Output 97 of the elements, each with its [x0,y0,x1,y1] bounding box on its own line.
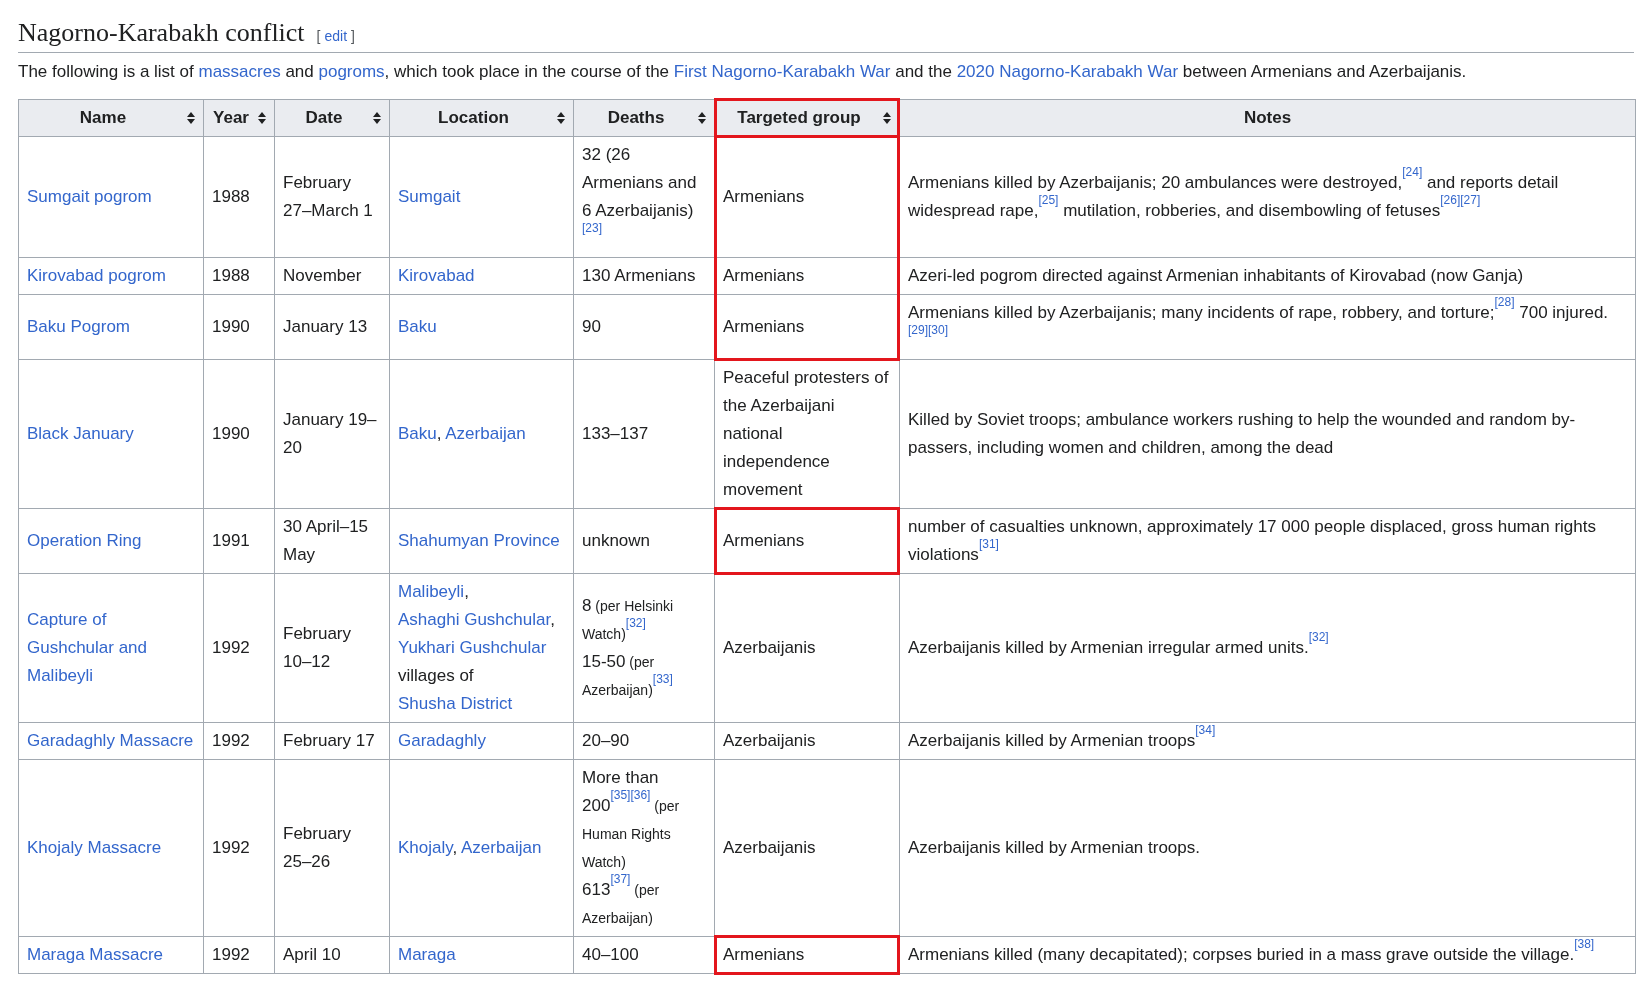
deaths-text: 90 [582,316,602,338]
name-link[interactable]: Khojaly Massacre [27,834,195,862]
table-cell: Azerbaijanis [714,573,900,723]
deaths-text: 133–137 [582,423,650,445]
edit-link[interactable]: edit [324,26,348,47]
link[interactable]: Baku [398,317,437,336]
notes-text: number of casualties unknown, approximately 17 000 people displaced, gross human rights violations$^{[31]}$ [908,516,1597,566]
cell-text: , [436,424,443,443]
header-label: Date [304,107,344,129]
table-cell: Armenians [714,294,900,360]
table-cell: February 10–12 [274,573,390,723]
table-cell: Armenians [714,936,900,974]
table-cell: 1992 [203,573,275,723]
notes-text: Azerbaijanis killed by Armenian troops$^{[34]}$ [908,727,1217,752]
link[interactable]: 2020 Nagorno-Karabakh War [956,62,1179,81]
deaths-text: More than 200$^{[35][36]}$ (per Human Rights Watch) [582,767,681,872]
table-cell: 1990 [203,294,275,360]
table-cell: February 27–March 1 [274,136,390,258]
header-label: Year [212,107,250,129]
name-link[interactable]: Baku Pogrom [27,313,195,341]
link[interactable]: Maraga [398,945,456,964]
section-title: Nagorno-Karabakh conflict [18,17,305,49]
bracket: [ [316,27,321,46]
table-cell: April 10 [274,936,390,974]
table-cell: Armenians [714,508,900,574]
link[interactable]: Sumgait [398,187,461,206]
table-cell: February 17 [274,722,390,760]
link[interactable]: Ashaghi Gushchular [398,610,551,629]
cell-text: , [464,582,469,601]
deaths-text: unknown [582,530,652,552]
link[interactable]: Azerbaijan [461,838,542,857]
name-link[interactable]: Garadaghly Massacre [27,727,195,755]
link[interactable]: Shusha District [398,694,513,713]
cell-text: , [452,838,459,857]
link[interactable]: massacres [198,62,281,81]
table-cell: February 25–26 [274,759,390,937]
column-header[interactable]: Targeted group [714,99,900,137]
header-label: Deaths [606,107,666,129]
link[interactable]: pogroms [318,62,385,81]
notes-text: Azerbaijanis killed by Armenian troops. [908,837,1201,859]
sort-icon[interactable] [187,112,195,124]
notes-text: Azerbaijanis killed by Armenian irregular armed units.$^{[32]}$ [908,634,1330,659]
bracket: ] [351,27,355,46]
sort-icon[interactable] [258,112,266,124]
table-cell: 1992 [203,759,275,937]
header-label: Targeted group [736,107,862,129]
table-cell: Armenians [714,257,900,295]
sort-icon[interactable] [883,112,891,124]
notes-text: Armenians killed (many decapitated); corpses buried in a mass grave outside the village.$^{[38]}$ [908,941,1596,966]
name-link[interactable]: Operation Ring [27,527,195,555]
name-link[interactable]: Kirovabad pogrom [27,262,195,290]
column-header[interactable]: Year [203,99,275,137]
table-cell: 30 April–15 May [274,508,390,574]
intro-paragraph: The following is a list of massacres and pogroms, which took place in the course of the First Nagorno-Karabakh War and the 2020 Nagorno-Karabakh War between Armenians and Azerbaijanis. [18,61,1468,83]
column-header[interactable]: Date [274,99,390,137]
table-cell: 1991 [203,508,275,574]
header-label: Name [78,107,128,129]
deaths-text: 130 Armenians [582,265,697,287]
column-header[interactable]: Deaths [573,99,715,137]
sort-icon[interactable] [698,112,706,124]
name-link[interactable]: Capture of Gushchular and Malibeyli [27,606,195,690]
link[interactable]: First Nagorno-Karabakh War [673,62,891,81]
deaths-text: 40–100 [582,944,640,966]
link[interactable]: Shahumyan Province [398,531,560,550]
name-link[interactable]: Sumgait pogrom [27,183,195,211]
table-cell: 1988 [203,136,275,258]
deaths-text: 613$^{[37]}$ (per Azerbaijan) [582,876,661,928]
table-cell: 1990 [203,359,275,509]
notes-text: Azeri-led pogrom directed against Armenian inhabitants of Kirovabad (now Ganja) [908,265,1525,287]
table-cell: 1992 [203,936,275,974]
link[interactable]: Malibeyli [398,582,465,601]
table-cell: January 19–20 [274,359,390,509]
header-label: Notes [1242,107,1293,129]
cell-text: , [550,610,555,629]
link[interactable]: Garadaghly [398,731,486,750]
link[interactable]: Azerbaijan [445,424,526,443]
column-header[interactable]: Location [389,99,574,137]
table-cell: Armenians [714,136,900,258]
notes-text: Killed by Soviet troops; ambulance workers rushing to help the wounded and random by-passers, including women and children, among the dead [908,409,1577,459]
column-header[interactable]: Name [18,99,204,137]
table-cell: November [274,257,390,295]
link[interactable]: Yukhari Gushchular [398,638,547,657]
table-cell: January 13 [274,294,390,360]
table-cell: Azerbaijanis [714,722,900,760]
header-label: Location [437,107,510,129]
link[interactable]: Kirovabad [398,266,475,285]
link[interactable]: Khojaly [398,838,453,857]
sort-icon[interactable] [373,112,381,124]
link[interactable]: Baku [398,424,437,443]
sort-icon[interactable] [557,112,565,124]
notes-text: Armenians killed by Azerbaijanis; 20 ambulances were destroyed,$^{[24]}$ and reports detail widespread rape,$^{[25]}$ mutilation, robberies, and disembowling of fetuses$^{[26][27]}$ [908,169,1560,222]
cell-text: villages of [398,666,474,685]
table-cell: 1988 [203,257,275,295]
name-link[interactable]: Maraga Massacre [27,941,195,969]
name-link[interactable]: Black January [27,420,195,448]
deaths-text: 20–90 [582,730,631,752]
table-cell: 1992 [203,722,275,760]
